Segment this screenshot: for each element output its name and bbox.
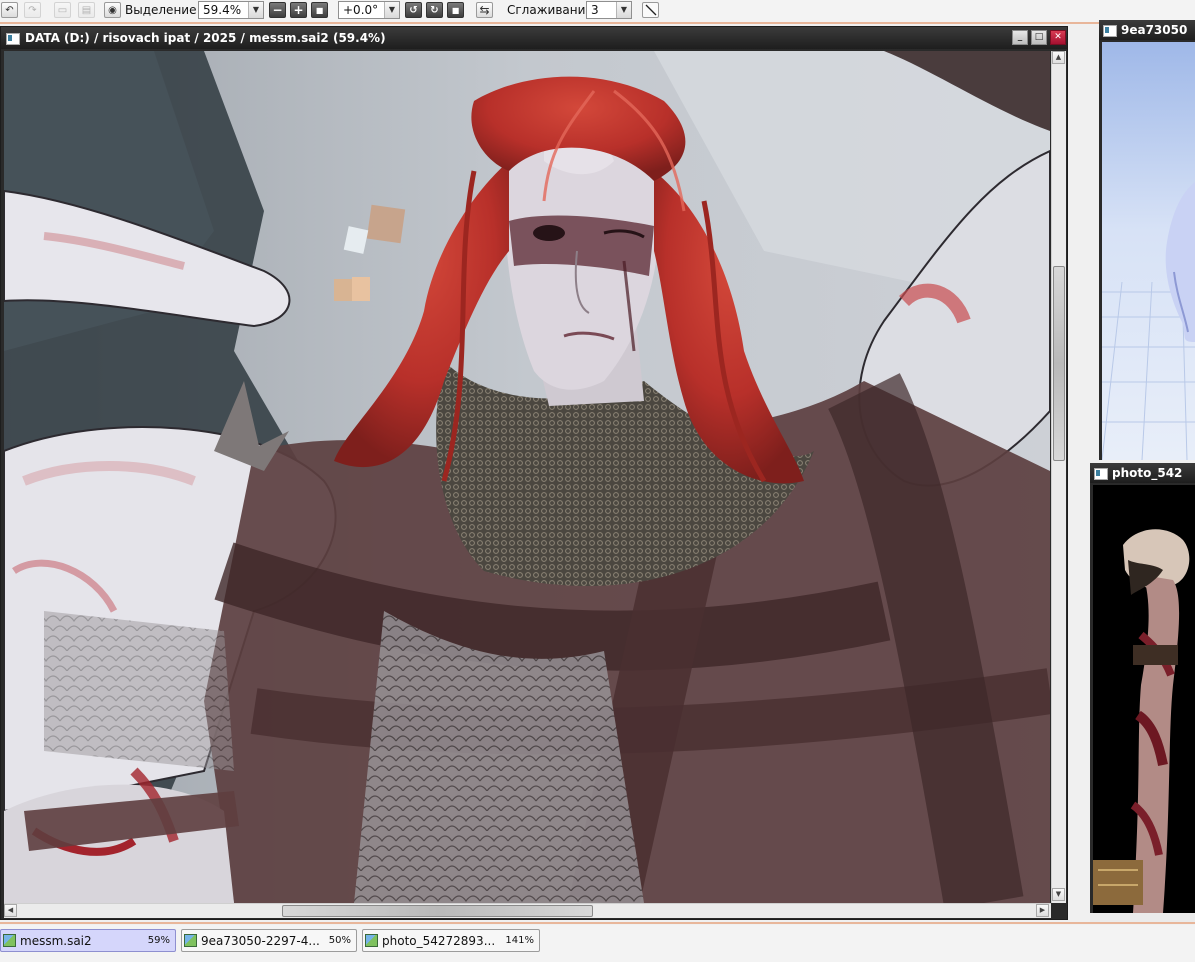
reference-window-2: photo_542 xyxy=(1090,463,1195,923)
file-tab-name: messm.sai2 xyxy=(20,934,92,948)
artwork-painting xyxy=(4,51,1050,903)
document-window: DATA (D:) / risovach ipat / 2025 / messm… xyxy=(0,26,1068,920)
chevron-down-icon[interactable]: ▼ xyxy=(616,2,631,18)
zoom-out-button[interactable]: − xyxy=(269,2,286,18)
snake-staff-photo xyxy=(1093,529,1190,913)
reference-image-2[interactable] xyxy=(1093,485,1195,913)
deselect-icon[interactable]: ▭ xyxy=(54,2,71,18)
drawing-canvas[interactable] xyxy=(4,51,1050,903)
rotation-value: +0.0° xyxy=(343,3,379,17)
rotate-left-button[interactable]: ↺ xyxy=(405,2,422,18)
tabbar-divider xyxy=(0,922,1195,924)
file-tab-zoom: 50% xyxy=(328,935,351,946)
vertical-scrollbar[interactable]: ▲ ▼ xyxy=(1051,51,1066,903)
file-tab-name: 9ea73050-2297-4... xyxy=(201,934,320,948)
smoothing-combo[interactable]: 3 ▼ xyxy=(586,1,632,19)
document-icon xyxy=(1103,25,1117,37)
invert-selection-icon[interactable]: ▤ xyxy=(78,2,95,18)
reference-title-2: photo_542 xyxy=(1112,466,1183,480)
reference-titlebar-2[interactable]: photo_542 xyxy=(1090,463,1195,483)
flip-horizontal-icon[interactable]: ⇆ xyxy=(476,2,493,18)
zoom-in-button[interactable]: + xyxy=(290,2,307,18)
horizontal-scrollbar[interactable]: ◀ ▶ xyxy=(4,903,1051,918)
document-titlebar[interactable]: DATA (D:) / risovach ipat / 2025 / messm… xyxy=(1,27,1067,49)
file-tab-zoom: 59% xyxy=(147,935,170,946)
close-button[interactable]: ✕ xyxy=(1050,30,1066,45)
scroll-up-icon[interactable]: ▲ xyxy=(1052,51,1065,64)
scroll-left-icon[interactable]: ◀ xyxy=(4,904,17,917)
rotation-combo[interactable]: +0.0° ▼ xyxy=(338,1,400,19)
undo-icon[interactable]: ↶ xyxy=(1,2,18,18)
file-tab-name: photo_54272893... xyxy=(382,934,496,948)
3d-model-preview xyxy=(1102,182,1195,460)
image-file-icon xyxy=(365,934,378,947)
maximize-button[interactable]: □ xyxy=(1031,30,1047,45)
rotate-right-button[interactable]: ↻ xyxy=(426,2,443,18)
zoom-reset-button[interactable]: ■ xyxy=(311,2,328,18)
smoothing-value: 3 xyxy=(591,3,599,17)
minimize-button[interactable]: _ xyxy=(1012,30,1028,45)
file-tab-bar: messm.sai2 59% 9ea73050-2297-4... 50% ph… xyxy=(0,925,1195,962)
image-file-icon xyxy=(184,934,197,947)
smoothing-label: Сглаживание xyxy=(507,3,593,17)
file-tab-photo[interactable]: photo_54272893... 141% xyxy=(362,929,540,952)
main-toolbar: ↶ ↷ ▭ ▤ ◉ Выделение 59.4% ▼ − + ■ +0.0° … xyxy=(0,0,1195,23)
reference-title-1: 9ea73050 xyxy=(1121,23,1188,37)
eye-icon[interactable]: ◉ xyxy=(104,2,121,18)
rotate-reset-button[interactable]: ■ xyxy=(447,2,464,18)
file-tab-zoom: 141% xyxy=(505,935,534,946)
file-tab-9ea73050[interactable]: 9ea73050-2297-4... 50% xyxy=(181,929,357,952)
chevron-down-icon[interactable]: ▼ xyxy=(248,2,263,18)
selection-label: Выделение xyxy=(125,3,197,17)
zoom-value: 59.4% xyxy=(203,3,242,17)
chevron-down-icon[interactable]: ▼ xyxy=(384,2,399,18)
horizontal-scroll-thumb[interactable] xyxy=(282,905,593,917)
reference-image-1[interactable] xyxy=(1102,42,1195,460)
file-tab-messm[interactable]: messm.sai2 59% xyxy=(0,929,176,952)
document-icon xyxy=(1094,468,1108,480)
toolbar-divider xyxy=(0,22,1195,24)
scroll-right-icon[interactable]: ▶ xyxy=(1036,904,1049,917)
image-file-icon xyxy=(3,934,16,947)
zoom-combo[interactable]: 59.4% ▼ xyxy=(198,1,264,19)
reference-window-1: 9ea73050 xyxy=(1099,20,1195,460)
document-title: DATA (D:) / risovach ipat / 2025 / messm… xyxy=(25,31,386,45)
stabilizer-line-icon[interactable] xyxy=(642,2,659,18)
redo-icon[interactable]: ↷ xyxy=(24,2,41,18)
document-icon xyxy=(6,33,20,45)
scroll-down-icon[interactable]: ▼ xyxy=(1052,888,1065,901)
vertical-scroll-thumb[interactable] xyxy=(1053,266,1065,461)
reference-titlebar-1[interactable]: 9ea73050 xyxy=(1099,20,1195,40)
